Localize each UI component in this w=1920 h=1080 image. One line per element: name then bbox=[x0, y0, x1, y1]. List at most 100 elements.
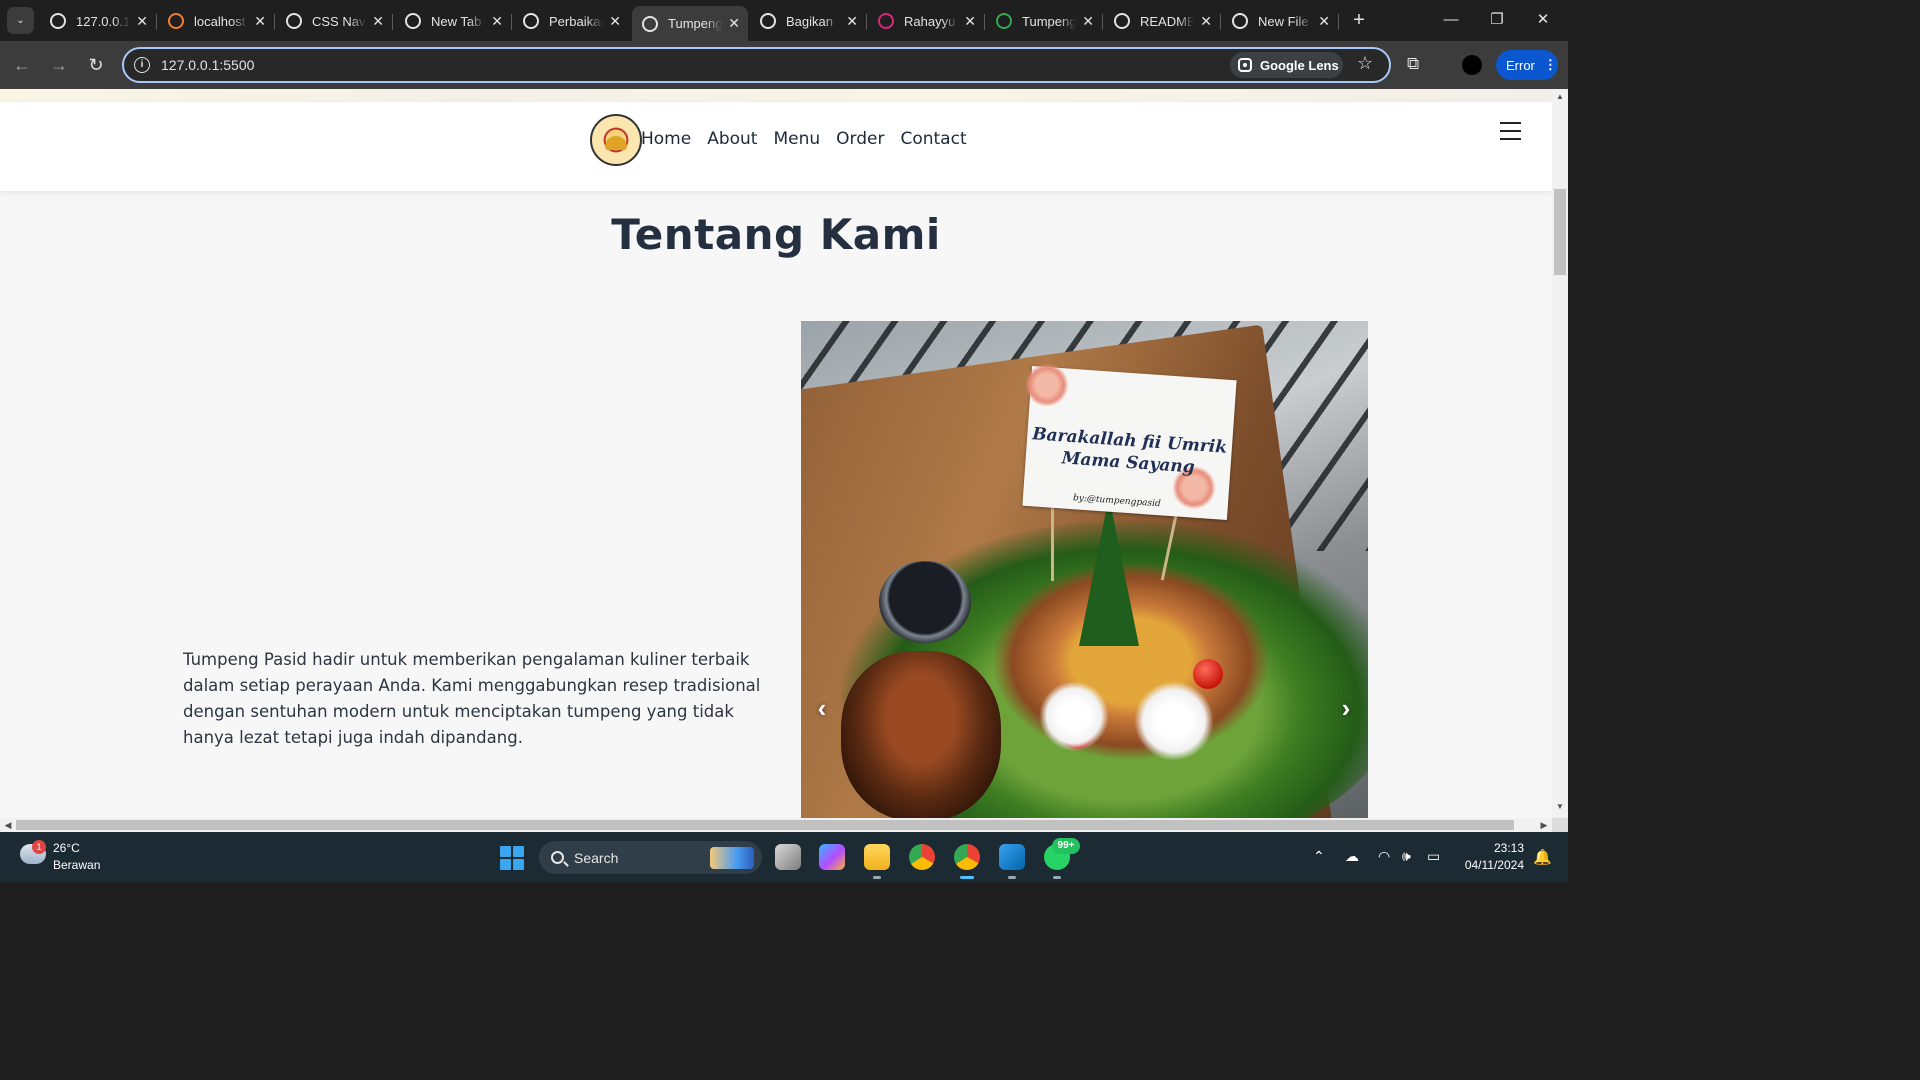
xampp-icon bbox=[168, 13, 184, 29]
close-tab-icon[interactable]: ✕ bbox=[846, 13, 858, 30]
close-tab-icon[interactable]: ✕ bbox=[372, 13, 384, 30]
reload-button[interactable]: ↻ bbox=[84, 53, 108, 77]
image-carousel[interactable]: Barakallah fii Umrik Mama Sayang by:@tum… bbox=[801, 321, 1368, 818]
tab-title: New Tab bbox=[431, 13, 482, 29]
chatgpt-icon bbox=[286, 13, 302, 29]
site-logo[interactable] bbox=[590, 114, 642, 166]
nav-link-order[interactable]: Order bbox=[836, 129, 884, 149]
minimize-button[interactable]: — bbox=[1428, 6, 1474, 34]
task-view-icon[interactable] bbox=[775, 844, 801, 870]
close-window-button[interactable]: ✕ bbox=[1520, 6, 1566, 34]
chevron-up-icon[interactable]: ⌃ bbox=[1313, 848, 1325, 865]
notification-bell-icon[interactable]: 🔔 bbox=[1533, 848, 1552, 866]
address-bar[interactable]: i 127.0.0.1:5500 Google Lens ☆ bbox=[122, 47, 1391, 83]
volume-icon[interactable]: 🕪 bbox=[1402, 848, 1411, 865]
scroll-left-arrow[interactable]: ◀ bbox=[0, 818, 16, 832]
photo-tomato bbox=[1193, 659, 1223, 689]
close-tab-icon[interactable]: ✕ bbox=[609, 13, 621, 30]
extensions-puzzle-icon[interactable]: ⧉ bbox=[1407, 54, 1419, 74]
tab-search-button[interactable]: ⌄ bbox=[7, 7, 34, 34]
close-tab-icon[interactable]: ✕ bbox=[728, 15, 740, 32]
back-button[interactable]: ← bbox=[10, 53, 34, 77]
close-tab-icon[interactable]: ✕ bbox=[1200, 13, 1212, 30]
profile-avatar[interactable] bbox=[1462, 55, 1482, 75]
browser-tab[interactable]: localhost ✕ bbox=[158, 6, 275, 36]
browser-tab[interactable]: CSS Navbar ✕ bbox=[276, 6, 393, 36]
browser-tab[interactable]: New Tab ✕ bbox=[395, 6, 512, 36]
wifi-icon[interactable]: ◠ bbox=[1378, 848, 1390, 865]
vertical-scroll-thumb[interactable] bbox=[1554, 189, 1566, 275]
scroll-right-arrow[interactable]: ▶ bbox=[1536, 818, 1552, 832]
scroll-down-arrow[interactable]: ▼ bbox=[1552, 802, 1568, 811]
onedrive-icon[interactable]: ☁ bbox=[1345, 848, 1359, 865]
browser-tab[interactable]: New File ✕ bbox=[1222, 6, 1339, 36]
battery-icon[interactable]: ▭ bbox=[1427, 848, 1440, 865]
google-lens-label: Google Lens bbox=[1260, 57, 1339, 73]
forward-button[interactable]: → bbox=[47, 53, 71, 77]
clock-time[interactable]: 23:13 bbox=[1480, 841, 1524, 855]
close-tab-icon[interactable]: ✕ bbox=[1318, 13, 1330, 30]
nav-link-about[interactable]: About bbox=[707, 129, 757, 149]
nav-link-contact[interactable]: Contact bbox=[900, 129, 966, 149]
tab-title: Bagikan bbox=[786, 13, 833, 29]
close-tab-icon[interactable]: ✕ bbox=[1082, 13, 1094, 30]
weather-temperature[interactable]: 26°C bbox=[53, 841, 80, 855]
chrome-icon[interactable] bbox=[909, 844, 935, 870]
search-highlight-art bbox=[710, 847, 754, 869]
horizontal-scroll-thumb[interactable] bbox=[16, 820, 1514, 830]
browser-tab[interactable]: Perbaikan ✕ bbox=[513, 6, 629, 36]
photo-sign-stick bbox=[1051, 501, 1054, 581]
globe-icon bbox=[50, 13, 66, 29]
file-explorer-icon[interactable] bbox=[864, 844, 890, 879]
tab-separator bbox=[1338, 14, 1339, 30]
about-title: Tentang Kami bbox=[611, 210, 941, 259]
page-top-stripe bbox=[0, 89, 1552, 102]
photo-tumpeng-cone bbox=[1079, 496, 1139, 646]
taskbar-search-box[interactable]: Search bbox=[539, 841, 762, 874]
close-tab-icon[interactable]: ✕ bbox=[491, 13, 503, 30]
browser-tab[interactable]: 127.0.0.1 ✕ bbox=[40, 6, 157, 36]
chrome-icon bbox=[405, 13, 421, 29]
copilot-icon[interactable] bbox=[819, 844, 845, 870]
globe-icon bbox=[760, 13, 776, 29]
browser-tab[interactable]: Tumpeng ✕ bbox=[632, 6, 748, 41]
chatgpt-icon bbox=[523, 13, 539, 29]
tab-separator bbox=[984, 14, 985, 30]
close-tab-icon[interactable]: ✕ bbox=[964, 13, 976, 30]
site-info-icon[interactable]: i bbox=[134, 57, 150, 73]
tab-title: Rahayyu bbox=[904, 13, 956, 29]
photo-sambal-bowl bbox=[879, 561, 971, 643]
clock-date[interactable]: 04/11/2024 bbox=[1456, 858, 1524, 872]
close-tab-icon[interactable]: ✕ bbox=[254, 13, 266, 30]
restore-button[interactable]: ❐ bbox=[1474, 6, 1520, 34]
nav-link-home[interactable]: Home bbox=[641, 129, 691, 149]
error-menu-button[interactable]: Error ⋮ bbox=[1496, 50, 1558, 80]
hamburger-menu-icon[interactable] bbox=[1500, 122, 1521, 146]
browser-tab[interactable]: Rahayyu ✕ bbox=[868, 6, 985, 36]
page-viewport: Home About Menu Order Contact Tentang Kami T… bbox=[0, 89, 1552, 818]
sign-floral-decoration bbox=[1023, 361, 1071, 409]
nav-link-menu[interactable]: Menu bbox=[773, 129, 820, 149]
horizontal-scrollbar[interactable]: ◀ ▶ bbox=[0, 818, 1552, 832]
sign-credit: by:@tumpengpasid bbox=[1072, 493, 1162, 510]
carousel-next-button[interactable]: › bbox=[1332, 693, 1360, 724]
vertical-scrollbar[interactable]: ▲ ▼ bbox=[1552, 89, 1568, 818]
browser-tab[interactable]: README ✕ bbox=[1104, 6, 1221, 36]
google-lens-button[interactable]: Google Lens bbox=[1230, 52, 1343, 78]
browser-tab[interactable]: Bagikan ✕ bbox=[750, 6, 867, 36]
chrome-profile-icon[interactable] bbox=[954, 844, 980, 879]
scroll-up-arrow[interactable]: ▲ bbox=[1552, 92, 1568, 101]
close-tab-icon[interactable]: ✕ bbox=[136, 13, 148, 30]
tab-title: Perbaikan bbox=[549, 13, 603, 29]
bookmark-star-icon[interactable]: ☆ bbox=[1357, 53, 1373, 74]
windows-taskbar: 1 26°C Berawan Search 99+ ⌃ ☁ ◠ 🕪 ▭ 23:1… bbox=[0, 832, 1568, 882]
new-tab-button[interactable]: + bbox=[1348, 8, 1370, 32]
vscode-icon[interactable] bbox=[999, 844, 1025, 879]
windows-start-icon[interactable] bbox=[500, 846, 524, 870]
carousel-prev-button[interactable]: ‹ bbox=[808, 693, 836, 724]
weather-condition[interactable]: Berawan bbox=[53, 858, 100, 872]
tab-title: localhost bbox=[194, 13, 246, 29]
browser-toolbar: ← → ↻ i 127.0.0.1:5500 Google Lens ☆ ⧉ E… bbox=[0, 41, 1568, 89]
browser-tab[interactable]: Tumpeng ✕ bbox=[986, 6, 1103, 36]
url-text[interactable]: 127.0.0.1:5500 bbox=[161, 57, 254, 73]
